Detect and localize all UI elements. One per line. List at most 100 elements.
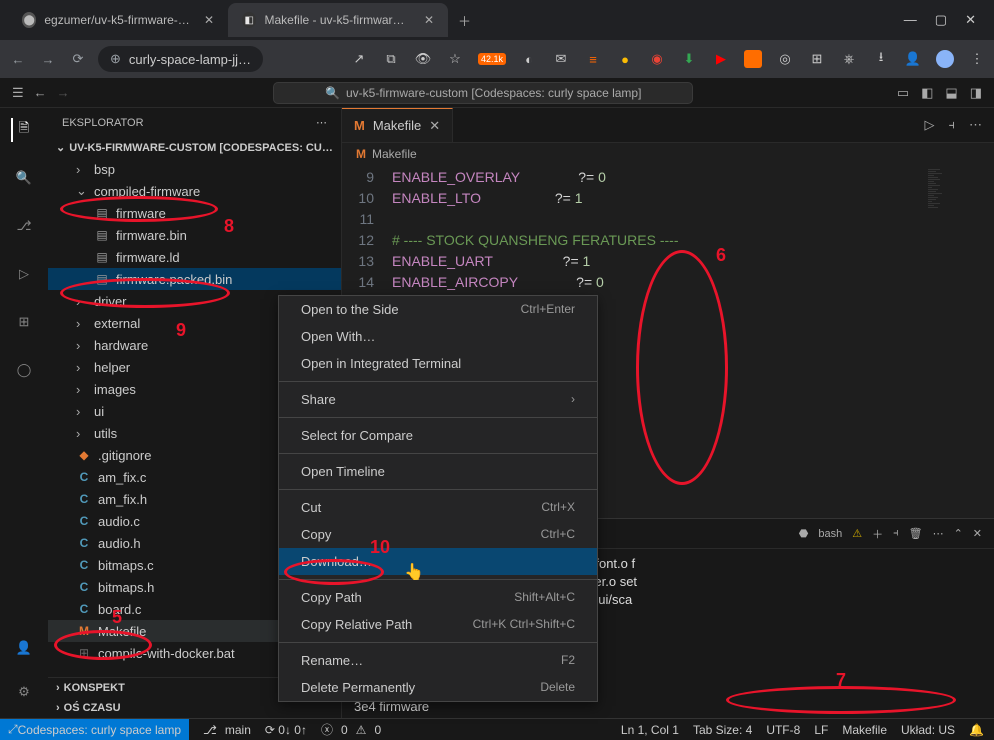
browser-tab-1[interactable]: ⬤ egzumer/uv-k5-firmware-custo ✕ (8, 3, 228, 37)
more-icon[interactable]: ⋯ (969, 117, 982, 133)
menu-download[interactable]: Download… (279, 548, 597, 575)
problems-indicator[interactable]: ⓧ0 ⚠0 (321, 721, 381, 738)
maximize-panel-icon[interactable]: ⌃ (954, 527, 963, 540)
file-firmware-ld[interactable]: ▤firmware.ld (48, 246, 341, 268)
split-editor-icon[interactable]: ⫞ (949, 117, 956, 133)
github-icon[interactable]: ◯ (12, 358, 36, 382)
ext-icon[interactable]: ◉ (648, 50, 666, 68)
ext-icon[interactable]: ⎈ (840, 50, 858, 68)
new-tab-button[interactable]: ＋ (448, 11, 481, 30)
maximize-icon[interactable]: ▢ (935, 12, 947, 28)
close-icon[interactable]: ✕ (429, 118, 440, 134)
layout-panel-icon[interactable]: ▭ (897, 85, 909, 101)
search-icon[interactable]: 🔍 (12, 166, 36, 190)
indent-indicator[interactable]: Tab Size: 4 (693, 723, 752, 737)
close-window-icon[interactable]: ✕ (965, 12, 976, 28)
back-icon[interactable]: ← (8, 52, 28, 67)
browser-titlebar: ⬤ egzumer/uv-k5-firmware-custo ✕ ◧ Makef… (0, 0, 994, 40)
address-bar[interactable]: ⊕ curly-space-lamp-jj… (98, 46, 263, 72)
command-center-text: uv-k5-firmware-custom [Codespaces: curly… (346, 86, 641, 100)
menu-icon[interactable]: ☰ (12, 85, 24, 101)
extensions-icon[interactable]: ⊞ (12, 310, 36, 334)
menu-select-compare[interactable]: Select for Compare (279, 422, 597, 449)
more-icon[interactable]: ⋯ (933, 527, 944, 540)
file-firmware[interactable]: ▤firmware (48, 202, 341, 224)
menu-open-terminal[interactable]: Open in Integrated Terminal (279, 350, 597, 377)
browser-tab-2[interactable]: ◧ Makefile - uv-k5-firmware-cust ✕ (228, 3, 448, 37)
cursor-position[interactable]: Ln 1, Col 1 (621, 723, 679, 737)
menu-delete[interactable]: Delete PermanentlyDelete (279, 674, 597, 701)
menu-copy[interactable]: CopyCtrl+C (279, 521, 597, 548)
trash-icon[interactable]: 🗑 (909, 527, 923, 540)
c-file-icon: C (76, 558, 92, 572)
downloads-icon[interactable]: ⭳ (872, 50, 890, 68)
eye-icon[interactable]: 👁 (414, 50, 432, 68)
folder-compiled-firmware[interactable]: compiled-firmware (48, 180, 341, 202)
more-icon[interactable]: ⋯ (316, 116, 327, 129)
menu-share[interactable]: Share› (279, 386, 597, 413)
menu-rename[interactable]: Rename…F2 (279, 647, 597, 674)
youtube-icon[interactable]: ▶ (712, 50, 730, 68)
close-icon[interactable]: ✕ (204, 13, 214, 27)
menu-open-with[interactable]: Open With… (279, 323, 597, 350)
account-icon[interactable]: 👤 (12, 636, 36, 660)
menu-cut[interactable]: CutCtrl+X (279, 494, 597, 521)
layout-panel-bottom-icon[interactable]: ⬓ (945, 85, 957, 101)
menu-open-side[interactable]: Open to the SideCtrl+Enter (279, 296, 597, 323)
run-icon[interactable]: ▷ (925, 117, 935, 133)
forward-icon[interactable]: → (38, 52, 58, 67)
window-icon[interactable]: ⧉ (382, 50, 400, 68)
close-icon[interactable]: ✕ (424, 13, 434, 27)
ext-icon[interactable]: ● (616, 50, 634, 68)
account-icon[interactable]: 👤 (904, 50, 922, 68)
ext-icon[interactable]: ◐ (520, 50, 538, 68)
layout-sidebar-icon[interactable]: ◧ (921, 85, 933, 101)
extensions-icon[interactable]: ⊞ (808, 50, 826, 68)
bat-icon: ⊞ (76, 646, 92, 660)
remote-indicator[interactable]: ⤢ Codespaces: curly space lamp (0, 719, 189, 740)
share-icon[interactable]: ↗ (350, 50, 368, 68)
breadcrumb[interactable]: M Makefile (342, 143, 994, 165)
site-info-icon[interactable]: ⊕ (110, 51, 121, 67)
reload-icon[interactable]: ⟳ (68, 51, 88, 67)
notifications-icon[interactable]: 🔔 (969, 723, 984, 737)
ext-icon[interactable]: ◎ (776, 50, 794, 68)
download-icon[interactable]: ⬇ (680, 50, 698, 68)
command-center[interactable]: 🔍 uv-k5-firmware-custom [Codespaces: cur… (273, 82, 693, 104)
branch-indicator[interactable]: ⎇main (203, 723, 251, 737)
project-header[interactable]: ⌄ UV-K5-FIRMWARE-CUSTOM [CODESPACES: CUR… (48, 137, 341, 158)
new-terminal-icon[interactable]: ＋ (872, 526, 883, 542)
source-control-icon[interactable]: ⎇ (12, 214, 36, 238)
menu-icon[interactable]: ⋮ (968, 50, 986, 68)
settings-gear-icon[interactable]: ⚙ (12, 680, 36, 704)
nav-back-icon[interactable]: ← (34, 85, 47, 100)
menu-copy-rel-path[interactable]: Copy Relative PathCtrl+K Ctrl+Shift+C (279, 611, 597, 638)
file-firmware-bin[interactable]: ▤firmware.bin (48, 224, 341, 246)
minimap[interactable]: ▬▬▬▬▬▬▬▬▬▬▬▬▬▬▬▬▬▬▬▬▬▬▬▬▬▬▬▬▬▬▬▬▬▬▬▬▬▬▬▬… (924, 165, 994, 505)
hn-badge[interactable]: 42.1k (478, 53, 506, 65)
close-panel-icon[interactable]: ✕ (973, 527, 982, 540)
explorer-icon[interactable]: 🗎 (11, 118, 35, 142)
minimize-icon[interactable]: — (904, 12, 917, 28)
c-file-icon: C (76, 492, 92, 506)
sync-indicator[interactable]: ⟳ 0↓ 0↑ (265, 723, 307, 737)
warning-icon[interactable]: ⚠ (852, 527, 862, 540)
folder-bsp[interactable]: bsp (48, 158, 341, 180)
ext-icon[interactable] (744, 50, 762, 68)
mail-icon[interactable]: ✉ (552, 50, 570, 68)
profile-avatar[interactable] (936, 50, 954, 68)
list-icon[interactable]: ≡ (584, 50, 602, 68)
star-icon[interactable]: ☆ (446, 50, 464, 68)
split-terminal-icon[interactable]: ⫞ (893, 527, 899, 540)
menu-open-timeline[interactable]: Open Timeline (279, 458, 597, 485)
eol-indicator[interactable]: LF (814, 723, 828, 737)
layout-right-icon[interactable]: ◨ (970, 85, 982, 101)
encoding-indicator[interactable]: UTF-8 (766, 723, 800, 737)
menu-copy-path[interactable]: Copy PathShift+Alt+C (279, 584, 597, 611)
file-firmware-packed-bin[interactable]: ▤firmware.packed.bin (48, 268, 341, 290)
run-debug-icon[interactable]: ▷ (12, 262, 36, 286)
language-indicator[interactable]: Makefile (842, 723, 887, 737)
layout-indicator[interactable]: Układ: US (901, 723, 955, 737)
editor-tab-makefile[interactable]: M Makefile ✕ (342, 108, 453, 142)
c-file-icon: C (76, 580, 92, 594)
